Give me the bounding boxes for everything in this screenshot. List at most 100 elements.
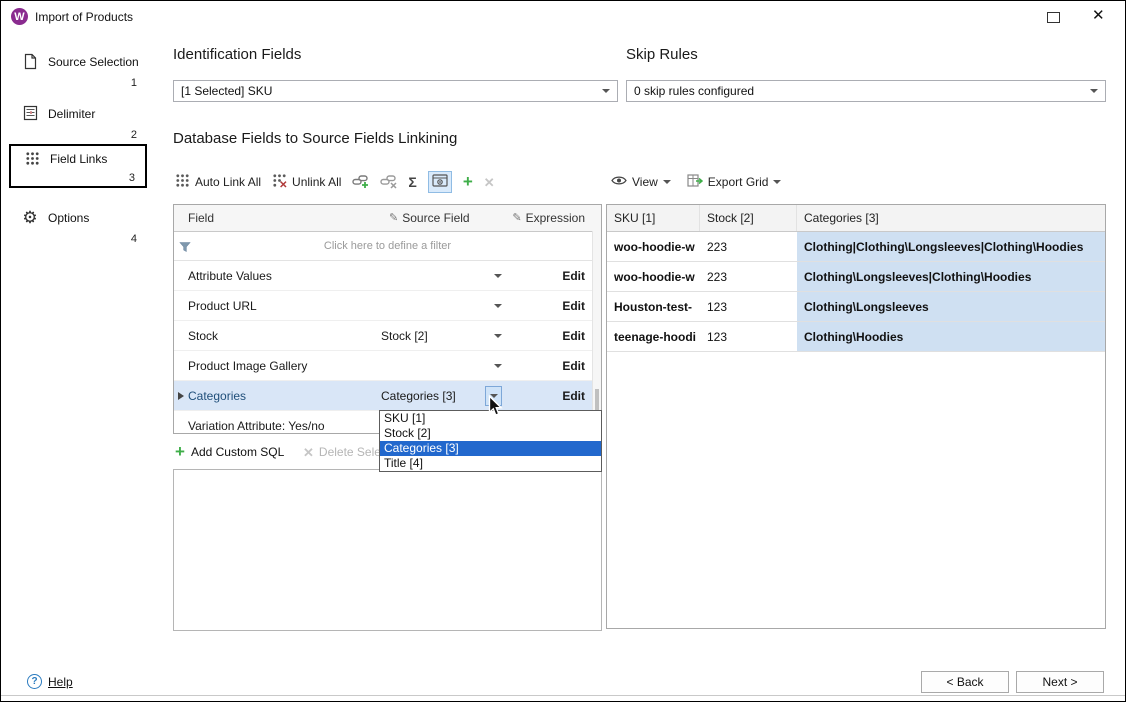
step-number: 1 [131, 77, 137, 89]
help-icon: ? [27, 674, 42, 689]
column-header-categories[interactable]: Categories [3] [797, 205, 1105, 231]
edit-expression-link[interactable]: Edit [505, 299, 593, 313]
expression-button[interactable]: Σ [408, 175, 416, 189]
preview-toggle-button[interactable] [428, 171, 452, 193]
skip-rules-value: 0 skip rules configured [634, 84, 754, 98]
source-field-combo[interactable] [377, 274, 505, 278]
skip-rules-dropdown[interactable]: 0 skip rules configured [626, 80, 1106, 102]
maximize-icon[interactable] [1047, 12, 1060, 23]
link-x-icon [380, 173, 397, 192]
edit-expression-link[interactable]: Edit [505, 329, 593, 343]
help-link[interactable]: ? Help [27, 674, 73, 689]
categories-cell: Clothing\Longsleeves|Clothing\Hoodies [797, 262, 1105, 291]
sku-cell: woo-hoodie-w [607, 262, 700, 291]
source-field-combo-open[interactable]: Categories [3] [377, 386, 505, 406]
add-field-button[interactable]: + [463, 175, 473, 189]
step-number: 3 [129, 172, 135, 184]
field-links-grid-header: Field ✎ Source Field ✎ Expression [174, 205, 601, 232]
view-button[interactable]: View [611, 175, 671, 189]
export-grid-icon [687, 173, 703, 191]
table-row[interactable]: teenage-hoodi 123 Clothing\Hoodies [607, 322, 1105, 352]
table-row[interactable]: woo-hoodie-w 223 Clothing\Longsleeves|Cl… [607, 262, 1105, 292]
sidebar-item-source-selection[interactable]: Source Selection 1 [9, 49, 147, 91]
identification-fields-heading: Identification Fields [173, 46, 301, 63]
field-name: Stock [188, 329, 377, 343]
dropdown-option-selected[interactable]: Categories [3] [380, 441, 601, 456]
filter-placeholder: Click here to define a filter [174, 240, 601, 252]
add-custom-sql-button[interactable]: + Add Custom SQL [175, 442, 284, 462]
table-row[interactable]: Product Image Gallery Edit [174, 351, 601, 381]
plus-icon: + [463, 175, 473, 189]
unlink-field-button[interactable] [380, 173, 397, 192]
column-header-field[interactable]: Field [174, 211, 377, 225]
link-field-button[interactable] [352, 173, 369, 192]
column-header-source-field[interactable]: ✎ Source Field [377, 211, 505, 225]
column-header-sku[interactable]: SKU [1] [607, 205, 700, 231]
sku-cell: Houston-test- [607, 292, 700, 321]
edit-expression-link[interactable]: Edit [505, 359, 593, 373]
stock-cell: 123 [700, 292, 797, 321]
row-marker-icon [178, 392, 184, 400]
source-field-combo[interactable] [377, 364, 505, 368]
chevron-down-icon [494, 334, 502, 338]
table-row[interactable]: Attribute Values Edit [174, 261, 601, 291]
dropdown-option[interactable]: Stock [2] [380, 426, 601, 441]
funnel-icon [179, 240, 191, 258]
table-row-selected[interactable]: Categories Categories [3] Edit [174, 381, 601, 411]
column-header-expression[interactable]: ✎ Expression [505, 211, 593, 225]
next-button[interactable]: Next > [1016, 671, 1104, 693]
mouse-cursor [487, 395, 503, 422]
edit-expression-link[interactable]: Edit [505, 389, 593, 403]
sidebar-item-options[interactable]: ⚙ Options 4 [9, 205, 147, 247]
pencil-icon: ✎ [512, 213, 521, 224]
table-row[interactable]: Houston-test- 123 Clothing\Longsleeves [607, 292, 1105, 322]
chevron-down-icon [494, 364, 502, 368]
sidebar-item-field-links[interactable]: Field Links 3 [9, 144, 147, 188]
chevron-down-icon [663, 180, 671, 184]
dropdown-option[interactable]: Title [4] [380, 456, 601, 471]
sku-cell: woo-hoodie-w [607, 232, 700, 261]
source-preview-grid: SKU [1] Stock [2] Categories [3] woo-hoo… [606, 204, 1106, 629]
preview-grid-header: SKU [1] Stock [2] Categories [3] [607, 205, 1105, 232]
delete-field-button[interactable]: ✕ [484, 176, 495, 189]
table-row[interactable]: Stock Stock [2] Edit [174, 321, 601, 351]
grid-filter-row[interactable]: Click here to define a filter [174, 232, 601, 261]
x-icon: ✕ [484, 176, 495, 189]
edit-expression-link[interactable]: Edit [505, 269, 593, 283]
field-name: Attribute Values [188, 269, 377, 283]
categories-cell: Clothing\Longsleeves [797, 292, 1105, 321]
identification-fields-dropdown[interactable]: [1 Selected] SKU [173, 80, 618, 102]
custom-sql-panel[interactable] [173, 469, 602, 631]
grid-dots-icon [175, 173, 190, 191]
chevron-down-icon [494, 274, 502, 278]
categories-cell: Clothing|Clothing\Longsleeves|Clothing\H… [797, 232, 1105, 261]
back-button[interactable]: < Back [921, 671, 1009, 693]
plus-icon: + [175, 445, 185, 459]
logo-letter: W [14, 11, 24, 23]
export-grid-button[interactable]: Export Grid [687, 173, 782, 191]
column-header-stock[interactable]: Stock [2] [700, 205, 797, 231]
left-grid-scrollbar[interactable] [592, 231, 601, 433]
chevron-down-icon [494, 304, 502, 308]
close-icon[interactable]: ✕ [1092, 7, 1105, 25]
step-label: Options [48, 211, 89, 225]
step-label: Field Links [50, 152, 107, 166]
chevron-down-icon [773, 180, 781, 184]
window-title: Import of Products [35, 10, 133, 24]
table-row[interactable]: Product URL Edit [174, 291, 601, 321]
auto-link-all-button[interactable]: Auto Link All [175, 173, 261, 191]
linking-heading: Database Fields to Source Fields Linkini… [173, 130, 457, 147]
footer-divider [1, 695, 1125, 696]
source-field-combo[interactable]: Stock [2] [377, 329, 505, 343]
sigma-icon: Σ [408, 175, 416, 189]
field-name: Product Image Gallery [188, 359, 377, 373]
stock-cell: 123 [700, 322, 797, 351]
stock-cell: 223 [700, 262, 797, 291]
delete-selected-button[interactable]: ✕ Delete Sele [303, 442, 381, 462]
sidebar-item-delimiter[interactable]: Delimiter 2 [9, 101, 147, 143]
unlink-all-button[interactable]: Unlink All [272, 173, 341, 191]
x-icon: ✕ [303, 446, 314, 459]
stock-cell: 223 [700, 232, 797, 261]
source-field-combo[interactable] [377, 304, 505, 308]
table-row[interactable]: woo-hoodie-w 223 Clothing|Clothing\Longs… [607, 232, 1105, 262]
